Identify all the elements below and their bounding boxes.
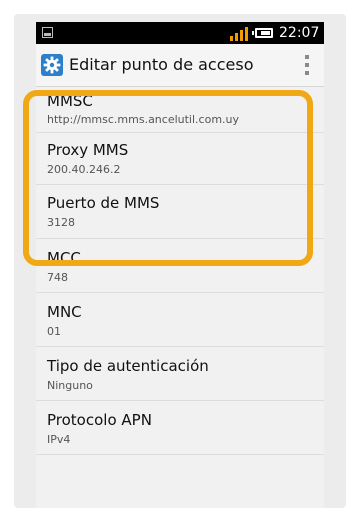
setting-title: Tipo de autenticación [47, 357, 209, 375]
setting-value: http://mmsc.mms.ancelutil.com.uy [47, 113, 240, 126]
setting-title: Puerto de MMS [47, 194, 160, 212]
status-time: 22:07 [279, 25, 320, 41]
setting-item-partial[interactable] [36, 455, 324, 495]
setting-item-tipo-autenticacion[interactable]: Tipo de autenticación Ninguno [36, 347, 324, 401]
page-title: Editar punto de acceso [69, 55, 254, 74]
status-bar: 22:07 [36, 22, 324, 44]
setting-title: Proxy MMS [47, 141, 129, 159]
setting-value: 200.40.246.2 [47, 163, 121, 176]
setting-item-mcc[interactable]: MCC 748 [36, 239, 324, 293]
setting-item-mnc[interactable]: MNC 01 [36, 293, 324, 347]
setting-title: Protocolo APN [47, 411, 152, 429]
setting-title: MCC [47, 249, 81, 267]
screenshot-frame: 22:07 Editar punto de acceso MMSC http:/… [14, 14, 346, 508]
setting-value: Ninguno [47, 379, 93, 392]
phone-screen: 22:07 Editar punto de acceso MMSC http:/… [36, 22, 324, 508]
overflow-menu-icon[interactable] [290, 48, 324, 82]
setting-value: 748 [47, 271, 68, 284]
apn-settings-list: MMSC http://mmsc.mms.ancelutil.com.uy Pr… [36, 86, 324, 495]
setting-item-mmsc[interactable]: MMSC http://mmsc.mms.ancelutil.com.uy [36, 86, 324, 133]
setting-item-puerto-mms[interactable]: Puerto de MMS 3128 [36, 185, 324, 239]
setting-value: 3128 [47, 216, 75, 229]
gear-icon[interactable] [41, 54, 63, 76]
setting-title: MNC [47, 303, 82, 321]
setting-item-proxy-mms[interactable]: Proxy MMS 200.40.246.2 [36, 133, 324, 185]
setting-title: MMSC [47, 92, 93, 110]
setting-value: 01 [47, 325, 61, 338]
action-bar: Editar punto de acceso [36, 44, 324, 87]
setting-value: IPv4 [47, 433, 71, 446]
signal-icon [227, 26, 249, 41]
image-notification-icon [42, 27, 53, 38]
battery-icon [252, 28, 273, 38]
setting-item-protocolo-apn[interactable]: Protocolo APN IPv4 [36, 401, 324, 455]
